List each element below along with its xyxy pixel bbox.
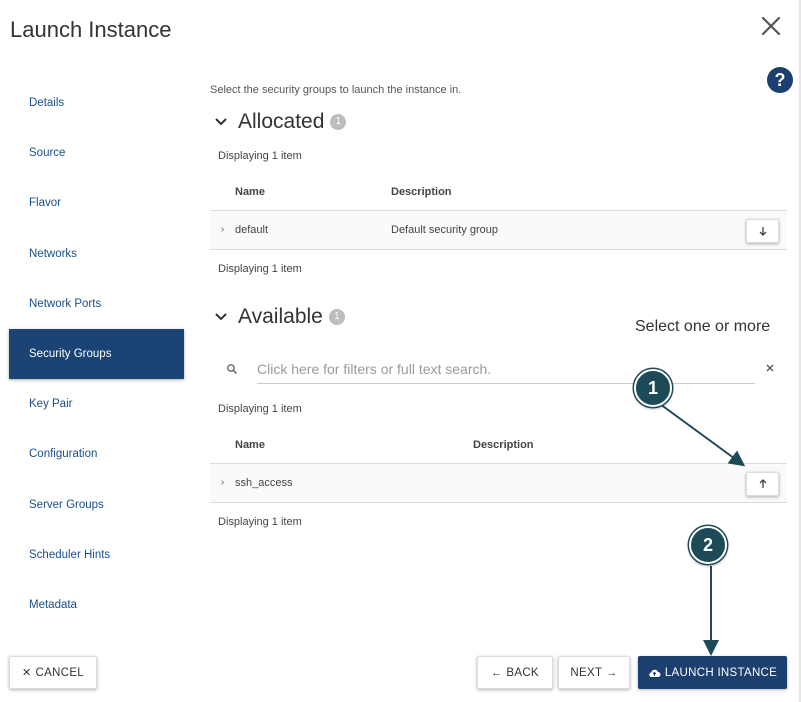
annotation-marker-1: 1 bbox=[634, 369, 672, 407]
back-button[interactable]: ← BACK bbox=[477, 656, 553, 689]
arrow-left-icon: ← bbox=[491, 666, 503, 679]
cancel-label: CANCEL bbox=[35, 666, 84, 679]
close-icon: ✕ bbox=[22, 667, 32, 679]
next-label: NEXT bbox=[570, 666, 603, 679]
annotation-arrows bbox=[659, 403, 746, 656]
launch-label: LAUNCH INSTANCE bbox=[664, 666, 778, 679]
launch-instance-button[interactable]: LAUNCH INSTANCE bbox=[638, 656, 787, 689]
annotation-arrow-1 bbox=[659, 403, 746, 467]
arrow-right-icon: → bbox=[606, 666, 618, 679]
cloud-upload-icon bbox=[649, 669, 661, 677]
next-button[interactable]: NEXT → bbox=[558, 656, 630, 689]
cancel-button[interactable]: ✕ CANCEL bbox=[9, 656, 97, 689]
annotation-marker-2: 2 bbox=[689, 526, 727, 564]
back-label: BACK bbox=[506, 666, 539, 679]
